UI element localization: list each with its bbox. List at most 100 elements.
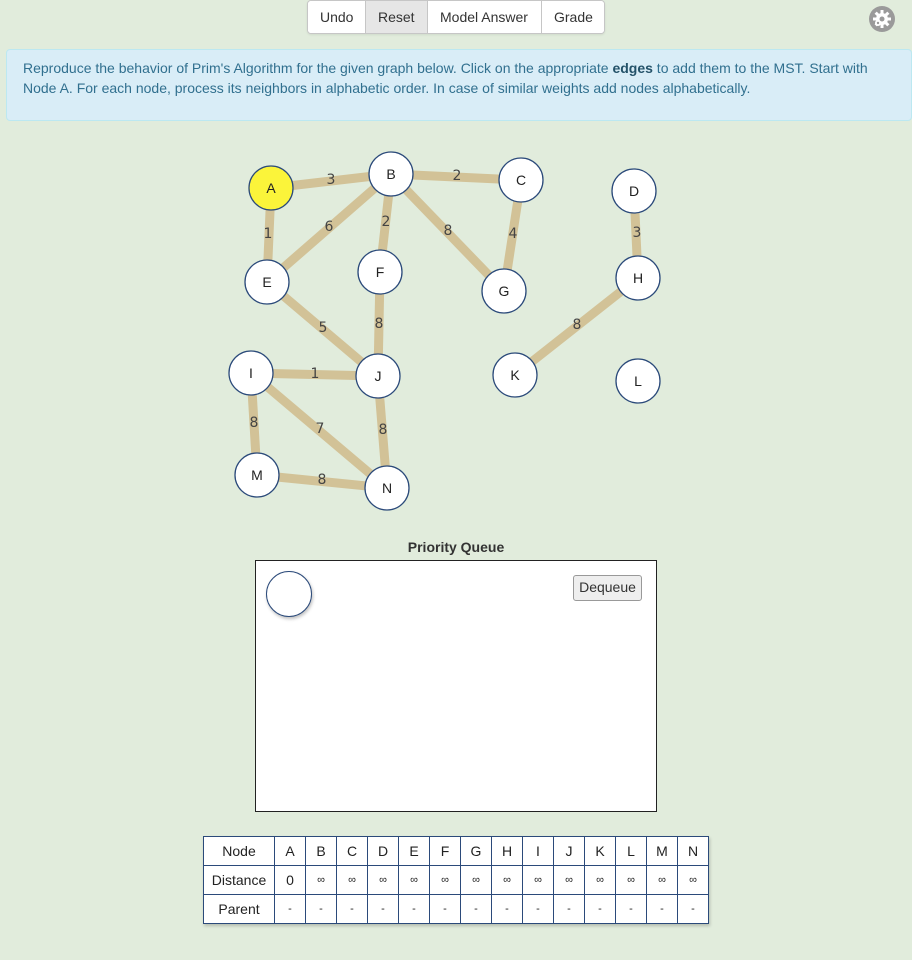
cell-distance-n: ∞ <box>677 865 709 895</box>
node-circle[interactable] <box>357 249 403 295</box>
edge-weight-c-g: 4 <box>509 226 518 242</box>
edge-weight-b-c: 2 <box>453 168 462 184</box>
edge-weight-b-e: 6 <box>325 219 334 235</box>
node-circle[interactable] <box>611 168 657 214</box>
edge-weight-b-g: 8 <box>444 223 453 239</box>
node-circle[interactable] <box>368 151 414 197</box>
cell-parent-n: - <box>677 894 709 924</box>
cell-parent-l: - <box>615 894 647 924</box>
priority-queue-title: Priority Queue <box>407 539 505 555</box>
edge-weight-i-m: 8 <box>250 415 259 431</box>
cell-distance-c: ∞ <box>336 865 368 895</box>
node-circle[interactable] <box>248 165 294 211</box>
node-circle[interactable] <box>355 353 401 399</box>
gear-icon[interactable] <box>869 6 895 32</box>
edge-weight-m-n: 8 <box>318 472 327 488</box>
cell-distance-e: ∞ <box>398 865 430 895</box>
cell-distance-a: 0 <box>274 865 306 895</box>
graph-node-h[interactable]: H <box>615 255 661 301</box>
cell-header-d: D <box>367 836 399 866</box>
row-label-node: Node <box>203 836 275 866</box>
cell-parent-d: - <box>367 894 399 924</box>
node-circle[interactable] <box>615 255 661 301</box>
node-circle[interactable] <box>498 157 544 203</box>
row-label-parent: Parent <box>203 894 275 924</box>
edge-weight-i-n: 7 <box>316 421 325 437</box>
instructions-text: Reproduce the behavior of Prim's Algorit… <box>23 60 613 76</box>
cell-parent-k: - <box>584 894 616 924</box>
cell-header-b: B <box>305 836 337 866</box>
cell-header-a: A <box>274 836 306 866</box>
cell-header-g: G <box>460 836 492 866</box>
node-circle[interactable] <box>234 452 280 498</box>
instructions-panel: Reproduce the behavior of Prim's Algorit… <box>6 49 912 121</box>
distance-table: Node ABCDEFGHIJKLMN Distance 0 ∞ ∞ ∞ ∞ ∞ ∞ ∞ ∞ ∞ ∞… <box>203 836 709 924</box>
model-answer-button[interactable]: Model Answer <box>428 1 542 33</box>
cell-parent-h: - <box>491 894 523 924</box>
cell-header-i: I <box>522 836 554 866</box>
node-circle[interactable] <box>228 350 274 396</box>
cell-distance-k: ∞ <box>584 865 616 895</box>
cell-distance-f: ∞ <box>429 865 461 895</box>
table-row-distance: Distance 0 ∞ ∞ ∞ ∞ ∞ ∞ ∞ ∞ ∞ ∞ ∞ ∞ ∞ <box>203 865 709 895</box>
node-circle[interactable] <box>492 352 538 398</box>
edge-weight-a-e: 1 <box>264 226 273 242</box>
reset-button[interactable]: Reset <box>366 1 428 33</box>
edge-weight-b-f: 2 <box>382 214 391 230</box>
edge-weight-e-j: 5 <box>319 320 328 336</box>
graph-node-j[interactable]: J <box>355 353 401 399</box>
cell-distance-l: ∞ <box>615 865 647 895</box>
graph-node-g[interactable]: G <box>481 268 527 314</box>
graph-node-n[interactable]: N <box>364 465 410 511</box>
cell-distance-m: ∞ <box>646 865 678 895</box>
cell-distance-j: ∞ <box>553 865 585 895</box>
cell-distance-h: ∞ <box>491 865 523 895</box>
graph-node-c[interactable]: C <box>498 157 544 203</box>
priority-queue: Dequeue <box>255 560 657 812</box>
node-circle[interactable] <box>615 358 661 404</box>
cell-header-h: H <box>491 836 523 866</box>
node-circle[interactable] <box>364 465 410 511</box>
cell-parent-m: - <box>646 894 678 924</box>
cell-parent-c: - <box>336 894 368 924</box>
edge-weight-a-b: 3 <box>327 172 336 188</box>
grade-button[interactable]: Grade <box>542 1 604 33</box>
cell-header-f: F <box>429 836 461 866</box>
cell-parent-f: - <box>429 894 461 924</box>
cell-header-k: K <box>584 836 616 866</box>
graph-node-i[interactable]: I <box>228 350 274 396</box>
edge-weight-h-k: 8 <box>573 317 582 333</box>
toolbar: Undo Reset Model Answer Grade <box>307 0 605 34</box>
node-circle[interactable] <box>481 268 527 314</box>
cell-parent-b: - <box>305 894 337 924</box>
cell-distance-i: ∞ <box>522 865 554 895</box>
graph-node-k[interactable]: K <box>492 352 538 398</box>
cell-distance-b: ∞ <box>305 865 337 895</box>
cell-header-m: M <box>646 836 678 866</box>
graph-node-a[interactable]: A <box>248 165 294 211</box>
row-label-distance: Distance <box>203 865 275 895</box>
cell-parent-a: - <box>274 894 306 924</box>
node-circle[interactable] <box>244 259 290 305</box>
graph-node-e[interactable]: E <box>244 259 290 305</box>
graph-node-l[interactable]: L <box>615 358 661 404</box>
graph-node-d[interactable]: D <box>611 168 657 214</box>
edge-weight-d-h: 3 <box>633 225 642 241</box>
cell-distance-d: ∞ <box>367 865 399 895</box>
edge-weight-j-n: 8 <box>379 422 388 438</box>
cell-parent-g: - <box>460 894 492 924</box>
undo-button[interactable]: Undo <box>308 1 366 33</box>
cell-header-c: C <box>336 836 368 866</box>
cell-parent-e: - <box>398 894 430 924</box>
cell-header-l: L <box>615 836 647 866</box>
queue-node-empty <box>266 571 312 617</box>
cell-header-n: N <box>677 836 709 866</box>
graph-node-f[interactable]: F <box>357 249 403 295</box>
table-row-parent: Parent -------------- <box>203 894 709 924</box>
cell-distance-g: ∞ <box>460 865 492 895</box>
dequeue-button[interactable]: Dequeue <box>573 575 642 601</box>
table-row-node: Node ABCDEFGHIJKLMN <box>203 836 709 866</box>
graph-node-b[interactable]: B <box>368 151 414 197</box>
graph-node-m[interactable]: M <box>234 452 280 498</box>
cell-header-e: E <box>398 836 430 866</box>
